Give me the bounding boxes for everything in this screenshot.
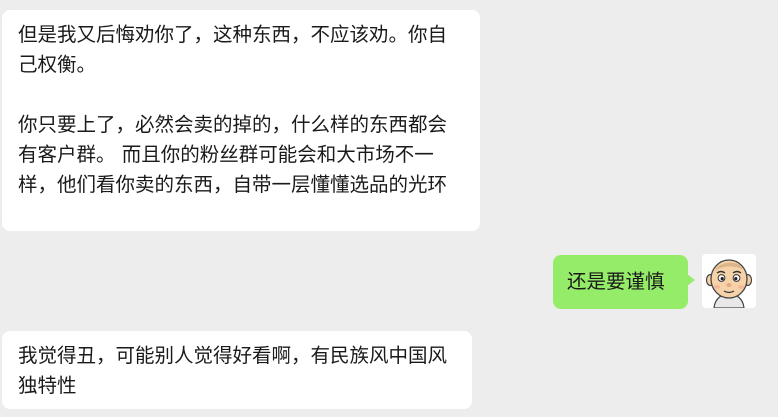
incoming-message-bubble[interactable]: 但是我又后悔劝你了，这种东西，不应该劝。你自己权衡。 你只要上了，必然会卖的掉的… — [2, 10, 480, 231]
outgoing-message-bubble[interactable]: 还是要谨慎 — [553, 255, 695, 309]
sender-avatar[interactable] — [702, 254, 756, 308]
incoming-message-bubble[interactable]: 我觉得丑，可能别人觉得好看啊，有民族风中国风独特性 — [2, 331, 472, 409]
cartoon-boy-avatar-icon — [702, 254, 756, 308]
